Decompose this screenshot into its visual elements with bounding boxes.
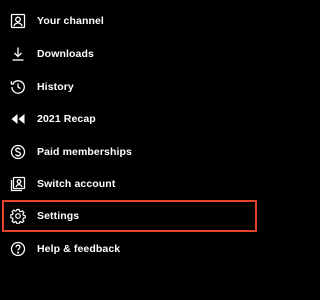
help-circle-icon	[10, 241, 26, 257]
history-icon	[10, 79, 26, 95]
menu-item-label: Paid memberships	[37, 146, 132, 158]
menu-item-label: Settings	[37, 210, 80, 222]
rewind-icon	[10, 111, 26, 127]
menu-item-label: Your channel	[37, 15, 104, 27]
switch-account-icon	[10, 176, 26, 192]
download-icon	[10, 46, 26, 62]
gear-icon	[10, 208, 26, 224]
menu-item-downloads[interactable]: Downloads	[0, 38, 259, 70]
menu-item-label: 2021 Recap	[37, 113, 96, 125]
menu-item-label: History	[37, 81, 74, 93]
account-box-icon	[10, 13, 26, 29]
menu-item-settings[interactable]: Settings	[0, 200, 259, 232]
menu-item-history[interactable]: History	[0, 71, 259, 103]
menu-item-label: Help & feedback	[37, 243, 121, 255]
menu-item-2021-recap[interactable]: 2021 Recap	[0, 103, 259, 135]
menu-item-label: Downloads	[37, 48, 94, 60]
dollar-circle-icon	[10, 144, 26, 160]
menu-item-label: Switch account	[37, 178, 116, 190]
menu-item-your-channel[interactable]: Your channel	[0, 5, 259, 37]
menu-item-switch-account[interactable]: Switch account	[0, 168, 259, 200]
menu-item-paid-memberships[interactable]: Paid memberships	[0, 136, 259, 168]
account-menu: Your channel Downloads History 2021 Reca…	[0, 0, 259, 300]
menu-item-help-feedback[interactable]: Help & feedback	[0, 233, 259, 265]
